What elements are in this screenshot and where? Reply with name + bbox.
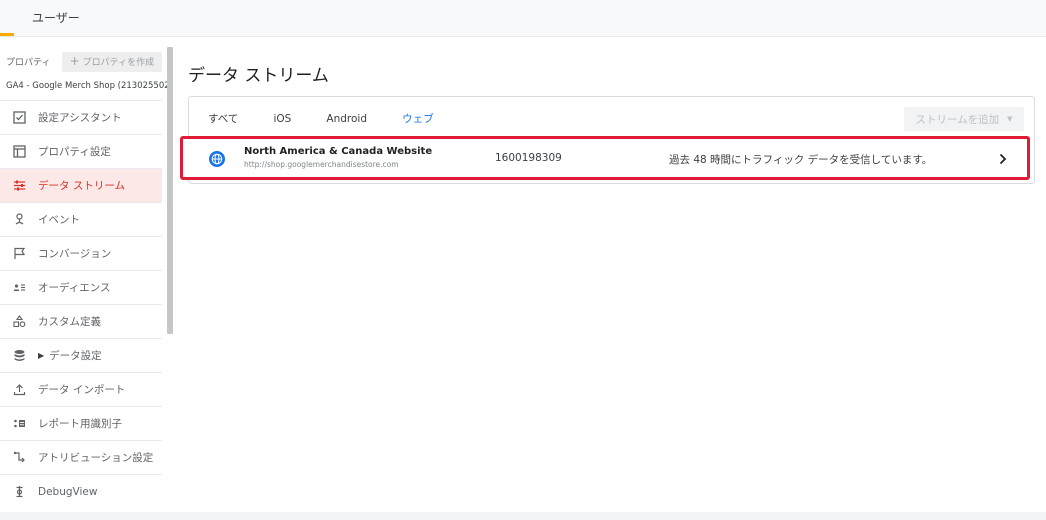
chevron-down-icon: ▼ xyxy=(1007,115,1013,123)
plus-icon: + xyxy=(69,53,80,68)
custom-definitions-icon xyxy=(12,315,26,329)
page-title: データ ストリーム xyxy=(188,66,329,86)
attribution-icon xyxy=(12,451,26,465)
sidebar-item-label: データ設定 xyxy=(49,350,102,362)
sidebar-item-label: データ ストリーム xyxy=(38,180,126,192)
sidebar-item-label: 設定アシスタント xyxy=(38,112,122,124)
stream-row[interactable]: North America & Canada Website http://sh… xyxy=(180,136,1030,180)
sidebar-item-custom-definitions[interactable]: カスタム定義 xyxy=(0,304,162,338)
account-name: GA4 - Google Merch Shop (213025502) xyxy=(6,80,173,91)
sidebar-item-data-settings[interactable]: ▶ データ設定 xyxy=(0,338,162,372)
stream-name: North America & Canada Website xyxy=(244,146,433,157)
debug-icon xyxy=(12,485,26,499)
tab-ios[interactable]: iOS xyxy=(273,113,291,125)
sidebar-scrollbar[interactable] xyxy=(167,47,173,334)
stream-status: 過去 48 時間にトラフィック データを受信しています。 xyxy=(669,154,933,166)
sidebar-item-label: アトリビューション設定 xyxy=(38,452,154,464)
sidebar-item-reporting-identity[interactable]: レポート用識別子 xyxy=(0,406,162,440)
data-streams-icon xyxy=(12,179,26,193)
database-icon xyxy=(12,349,26,363)
property-header: プロパティ + プロパティを作成 GA4 - Google Merch Shop … xyxy=(6,51,173,91)
sidebar-nav: 設定アシスタント プロパティ設定 データ ストリーム イベント コンバージョン xyxy=(0,100,162,508)
sidebar-item-attribution-settings[interactable]: アトリビューション設定 xyxy=(0,440,162,474)
sidebar-item-label: DebugView xyxy=(38,485,98,498)
identity-icon xyxy=(12,417,26,431)
sidebar-item-conversions[interactable]: コンバージョン xyxy=(0,236,162,270)
chevron-right-icon[interactable] xyxy=(997,151,1009,165)
sidebar-item-data-streams[interactable]: データ ストリーム xyxy=(0,168,162,202)
sidebar-item-events[interactable]: イベント xyxy=(0,202,162,236)
sidebar-item-label: レポート用識別子 xyxy=(38,418,122,430)
create-property-label: プロパティを作成 xyxy=(82,57,155,68)
stream-id: 1600198309 xyxy=(495,152,562,164)
property-settings-icon xyxy=(12,145,26,159)
add-stream-label: ストリームを追加 xyxy=(915,113,1000,126)
tab-android[interactable]: Android xyxy=(326,113,367,125)
upload-icon xyxy=(12,383,26,397)
audiences-icon xyxy=(12,281,26,295)
sidebar-item-label: イベント xyxy=(38,214,80,226)
checklist-icon xyxy=(12,111,26,125)
top-tab-bar: ユーザー xyxy=(0,0,1046,37)
flag-icon xyxy=(12,247,26,261)
sidebar-item-property-settings[interactable]: プロパティ設定 xyxy=(0,134,162,168)
sidebar: プロパティ + プロパティを作成 GA4 - Google Merch Shop … xyxy=(0,37,173,520)
bottom-strip xyxy=(0,512,1046,520)
events-icon xyxy=(12,213,26,227)
sidebar-item-label: データ インポート xyxy=(38,384,126,396)
expand-caret-icon[interactable]: ▶ xyxy=(38,351,44,360)
property-label: プロパティ xyxy=(6,58,51,68)
sidebar-item-label: プロパティ設定 xyxy=(38,146,111,158)
tab-users[interactable]: ユーザー xyxy=(16,0,96,36)
tab-web[interactable]: ウェブ xyxy=(402,111,434,126)
sidebar-item-label: コンバージョン xyxy=(38,248,112,260)
sidebar-item-audiences[interactable]: オーディエンス xyxy=(0,270,162,304)
sidebar-item-label: オーディエンス xyxy=(38,282,111,294)
tab-underline xyxy=(0,33,14,36)
tab-all[interactable]: すべて xyxy=(208,111,238,126)
sidebar-item-setup-assistant[interactable]: 設定アシスタント xyxy=(0,100,162,134)
stream-url: http://shop.googlemerchandisestore.com xyxy=(244,160,399,169)
globe-icon xyxy=(209,151,225,167)
sidebar-item-debugview[interactable]: DebugView xyxy=(0,474,162,508)
sidebar-item-data-import[interactable]: データ インポート xyxy=(0,372,162,406)
sidebar-item-label: カスタム定義 xyxy=(38,316,101,328)
add-stream-button[interactable]: ストリームを追加 ▼ xyxy=(904,107,1024,131)
create-property-button[interactable]: + プロパティを作成 xyxy=(61,51,163,72)
stream-filter-tabs: すべて iOS Android ウェブ xyxy=(208,107,464,125)
